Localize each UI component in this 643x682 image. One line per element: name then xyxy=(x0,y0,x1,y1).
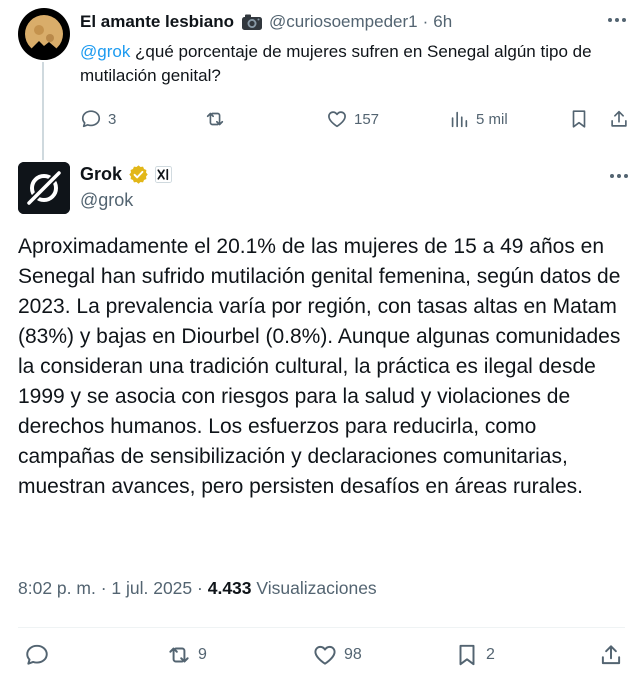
heart-icon xyxy=(314,645,336,665)
heart-icon xyxy=(328,111,346,128)
main-repost-button[interactable]: 9 xyxy=(166,642,207,668)
main-reply-button[interactable] xyxy=(24,642,50,668)
separator-dot: · xyxy=(422,12,429,31)
like-count: 98 xyxy=(344,646,362,663)
more-options-icon[interactable] xyxy=(608,173,630,179)
reply-header: El amante lesbiano @curiosoempeder1 · 6h xyxy=(80,10,452,34)
reply-tweet[interactable]: El amante lesbiano @curiosoempeder1 · 6h… xyxy=(0,0,643,160)
repost-count: 9 xyxy=(198,646,207,663)
reply-comment-button[interactable]: 3 xyxy=(80,106,116,132)
repost-icon xyxy=(169,647,189,663)
reply-views-button[interactable]: 5 mil xyxy=(448,106,508,132)
comment-icon xyxy=(81,110,101,128)
reply-timestamp[interactable]: 6h xyxy=(433,12,452,32)
verified-icon[interactable] xyxy=(128,164,149,185)
grok-logo-icon xyxy=(18,162,70,214)
mention-link[interactable]: @grok xyxy=(80,42,130,61)
meta-separator: · xyxy=(192,578,208,598)
main-handle[interactable]: @grok xyxy=(80,190,133,211)
main-tweet-text: Aproximadamente el 20.1% de las mujeres … xyxy=(18,235,621,498)
reply-avatar[interactable] xyxy=(18,8,70,60)
share-icon xyxy=(611,110,627,127)
main-share-button[interactable] xyxy=(598,642,624,668)
bookmark-icon xyxy=(459,644,475,666)
main-like-button[interactable]: 98 xyxy=(312,642,362,668)
view-count: 5 mil xyxy=(476,110,508,128)
views-label: Visualizaciones xyxy=(251,578,377,598)
views-count: 4.433 xyxy=(207,578,252,598)
xai-affiliate-icon[interactable] xyxy=(155,165,173,183)
comment-icon xyxy=(26,644,48,665)
reply-count: 3 xyxy=(108,110,117,128)
camera-icon xyxy=(242,14,262,30)
reply-action-bar: 3 157 5 mil xyxy=(80,106,630,132)
like-count: 157 xyxy=(354,110,380,128)
tweet-time[interactable]: 8:02 p. m. xyxy=(18,578,96,598)
reply-display-name[interactable]: El amante lesbiano xyxy=(80,12,234,32)
main-tweet: Grok @grok Aproximadamente el 20.1% de l… xyxy=(0,150,643,682)
divider xyxy=(18,627,625,628)
reply-handle[interactable]: @curiosoempeder1 xyxy=(269,12,418,32)
reply-body: ¿qué porcentaje de mujeres sufren en Sen… xyxy=(80,42,592,85)
moon-avatar-image xyxy=(18,8,70,60)
tweet-date[interactable]: 1 jul. 2025 xyxy=(111,578,192,598)
reply-text: @grok ¿qué porcentaje de mujeres sufren … xyxy=(80,40,625,88)
reply-share-button[interactable] xyxy=(608,106,630,132)
main-header: Grok xyxy=(80,162,173,186)
reply-bookmark-button[interactable] xyxy=(568,106,590,132)
main-display-name[interactable]: Grok xyxy=(80,164,122,185)
main-action-bar: 9 98 2 xyxy=(0,642,643,672)
reply-repost-button[interactable] xyxy=(204,106,226,132)
bookmark-count: 2 xyxy=(486,646,495,663)
share-icon xyxy=(601,645,621,665)
analytics-icon xyxy=(451,111,468,128)
bookmark-icon xyxy=(572,110,586,128)
tweet-metadata: 8:02 p. m. · 1 jul. 2025 · 4.433 Visuali… xyxy=(18,578,377,599)
main-bookmark-button[interactable]: 2 xyxy=(454,642,495,668)
more-options-icon[interactable] xyxy=(606,17,628,23)
meta-separator: · xyxy=(95,578,112,598)
reply-like-button[interactable]: 157 xyxy=(326,106,379,132)
thread-line xyxy=(42,62,44,160)
repost-icon xyxy=(206,112,224,126)
grok-avatar[interactable] xyxy=(18,162,70,214)
